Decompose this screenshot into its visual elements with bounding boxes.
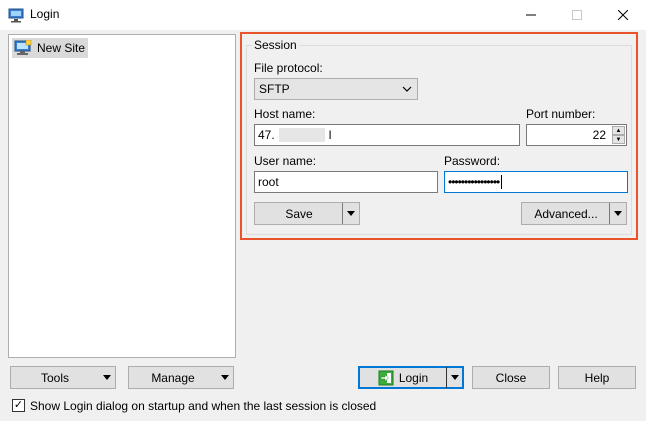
window-title: Login	[30, 7, 60, 21]
maximize-button[interactable]	[554, 0, 600, 30]
dropdown-arrow-icon	[451, 375, 459, 380]
user-name-input[interactable]: root	[254, 171, 438, 193]
port-number-input[interactable]: 22 ▲ ▼	[526, 124, 627, 146]
maximize-icon	[572, 10, 582, 20]
user-name-label: User name:	[254, 154, 317, 168]
file-protocol-label: File protocol:	[254, 61, 323, 75]
minimize-icon	[526, 14, 536, 16]
close-icon	[618, 10, 628, 20]
save-dropdown-arrow[interactable]	[342, 203, 359, 224]
redacted-host-part	[278, 128, 325, 142]
login-dropdown-arrow[interactable]	[446, 367, 463, 388]
chevron-down-icon	[402, 86, 412, 92]
password-label: Password:	[444, 154, 501, 168]
show-login-dialog-checkbox[interactable]: ✓	[12, 399, 25, 412]
dropdown-arrow-icon	[614, 211, 622, 216]
file-protocol-select[interactable]: SFTP	[254, 78, 418, 100]
site-item-new-site[interactable]: New Site	[12, 38, 89, 58]
password-input[interactable]: ••••••••••••••••	[444, 171, 628, 193]
help-button[interactable]: Help	[558, 366, 636, 389]
site-tree[interactable]: New Site	[8, 34, 236, 358]
site-item-label: New Site	[37, 41, 86, 55]
port-number-label: Port number:	[526, 107, 596, 121]
advanced-dropdown-arrow[interactable]	[609, 203, 626, 224]
dropdown-arrow-icon	[347, 211, 355, 216]
dropdown-arrow-icon	[221, 375, 229, 380]
close-window-button[interactable]	[600, 0, 646, 30]
tools-dropdown-arrow[interactable]	[99, 367, 115, 388]
session-group-title: Session	[252, 38, 299, 52]
new-site-icon	[14, 40, 32, 55]
file-protocol-value: SFTP	[259, 82, 290, 96]
manage-button[interactable]: Manage	[128, 366, 234, 389]
text-caret	[501, 175, 503, 189]
winscp-app-icon	[8, 7, 24, 23]
minimize-button[interactable]	[508, 0, 554, 30]
host-name-label: Host name:	[254, 107, 316, 121]
show-login-dialog-label[interactable]: Show Login dialog on startup and when th…	[30, 399, 376, 413]
host-name-input[interactable]: 47. l	[254, 124, 520, 146]
advanced-button[interactable]: Advanced...	[521, 202, 627, 225]
port-spinner[interactable]: ▲ ▼	[612, 126, 625, 144]
save-button[interactable]: Save	[254, 202, 360, 225]
tools-button[interactable]: Tools	[10, 366, 116, 389]
dropdown-arrow-icon	[103, 375, 111, 380]
manage-dropdown-arrow[interactable]	[217, 367, 233, 388]
checkmark-icon: ✓	[13, 399, 24, 411]
spin-down-icon[interactable]: ▼	[612, 135, 625, 144]
spin-up-icon[interactable]: ▲	[612, 126, 625, 135]
login-button[interactable]: Login	[358, 366, 464, 389]
login-icon	[378, 370, 394, 385]
close-button[interactable]: Close	[472, 366, 550, 389]
